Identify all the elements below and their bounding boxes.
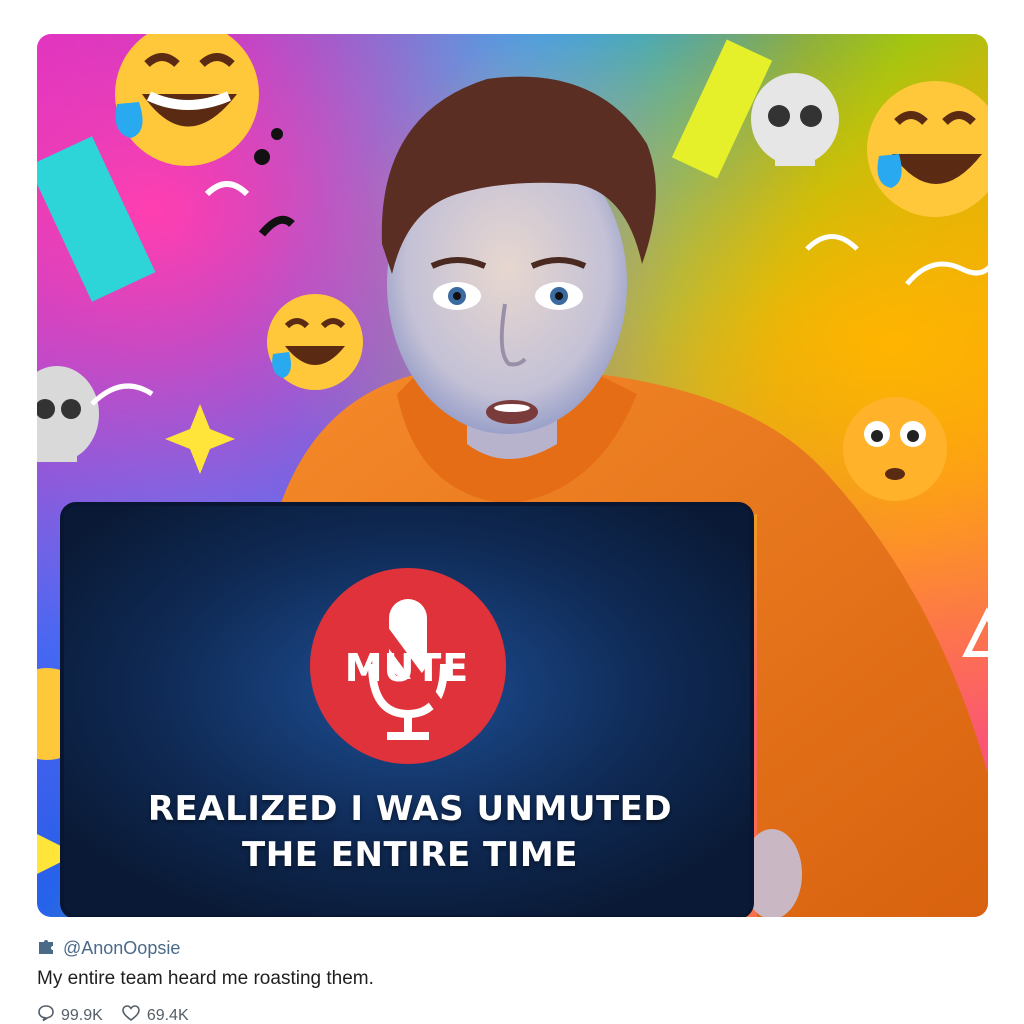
author-handle[interactable]: @AnonOopsie bbox=[63, 938, 180, 959]
dot-decoration bbox=[254, 149, 270, 165]
mute-label: MUTE bbox=[344, 646, 470, 690]
flushed-emoji-right bbox=[843, 397, 947, 501]
skull-icon-left bbox=[37, 366, 99, 462]
sparkle-icon bbox=[165, 404, 235, 474]
laughing-emoji-top-right bbox=[867, 81, 988, 217]
skull-icon-top-right bbox=[751, 73, 839, 166]
puzzle-avatar-icon[interactable] bbox=[37, 937, 57, 960]
laughing-emoji-top-left bbox=[115, 34, 259, 166]
dot-decoration bbox=[271, 128, 283, 140]
meme-caption-line-2: THE ENTIRE TIME bbox=[242, 835, 578, 875]
meme-caption-line-1: REALIZED I WAS UNMUTED bbox=[147, 789, 673, 829]
laughing-emoji-middle-left bbox=[267, 294, 363, 390]
swirl-decoration bbox=[805, 234, 859, 251]
meme-caption: REALIZED I WAS UNMUTED THE ENTIRE TIME bbox=[117, 786, 703, 878]
triangle-decoration bbox=[962, 607, 988, 657]
swirl-decoration bbox=[90, 383, 154, 406]
like-button[interactable]: 69.4K bbox=[121, 1004, 189, 1024]
like-count: 69.4K bbox=[146, 1006, 189, 1024]
swirl-decoration bbox=[905, 261, 988, 286]
meme-illustration bbox=[37, 34, 988, 917]
speech-bubble-icon bbox=[37, 1004, 55, 1024]
squiggle-decoration bbox=[258, 215, 295, 237]
reply-count: 99.9K bbox=[61, 1006, 103, 1024]
teal-shape bbox=[37, 136, 156, 302]
post-card: MUTE REALIZED I WAS UNMUTED THE ENTIRE T… bbox=[0, 0, 1024, 1024]
post-caption: My entire team heard me roasting them. bbox=[37, 968, 374, 989]
post-image[interactable]: MUTE REALIZED I WAS UNMUTED THE ENTIRE T… bbox=[37, 34, 988, 917]
heart-icon bbox=[121, 1004, 141, 1024]
engagement-bar: 99.9K 69.4K bbox=[37, 1004, 988, 1024]
author-row: @AnonOopsie bbox=[37, 936, 988, 960]
post-meta: @AnonOopsie My entire team heard me roas… bbox=[37, 936, 988, 1024]
swirl-decoration bbox=[204, 181, 250, 197]
reply-button[interactable]: 99.9K bbox=[37, 1004, 103, 1024]
